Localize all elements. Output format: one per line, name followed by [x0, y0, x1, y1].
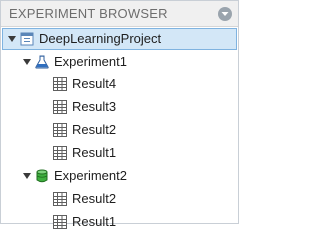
chevron-down-circle-icon[interactable] — [218, 6, 232, 21]
cylinder-icon — [35, 169, 49, 183]
tree-item-result-label: Result3 — [72, 99, 117, 114]
table-grid-icon — [53, 123, 67, 137]
tree-item-result[interactable]: Result1 — [53, 211, 116, 233]
tree-item-result-label: Result2 — [72, 122, 117, 137]
tree-item-project-label: DeepLearningProject — [39, 31, 162, 46]
table-grid-icon — [53, 192, 67, 206]
tree-item-result-label: Result1 — [72, 145, 117, 160]
table-grid-icon — [53, 100, 67, 114]
tree-item-project[interactable]: DeepLearningProject — [2, 28, 237, 50]
tree-item-result[interactable]: Result4 — [53, 73, 116, 95]
tree-item-result[interactable]: Result2 — [53, 188, 116, 210]
tree-item-result[interactable]: Result1 — [53, 142, 116, 164]
tree-item-result-label: Result2 — [72, 191, 117, 206]
tree-item-result-label: Result1 — [72, 214, 117, 229]
tree-item-experiment1[interactable]: Experiment1 — [21, 51, 127, 73]
panel-title: EXPERIMENT BROWSER — [9, 6, 168, 21]
tree-item-experiment2-label: Experiment2 — [54, 168, 127, 183]
tree-item-experiment1-label: Experiment1 — [54, 54, 127, 69]
tree-item-result-label: Result4 — [72, 76, 117, 91]
table-grid-icon — [53, 215, 67, 229]
panel-header: EXPERIMENT BROWSER — [1, 1, 238, 27]
table-grid-icon — [53, 77, 67, 91]
caret-down-icon[interactable] — [21, 56, 33, 68]
experiment-browser-panel: EXPERIMENT BROWSER DeepLearningProject E… — [0, 0, 239, 229]
caret-down-icon[interactable] — [21, 170, 33, 182]
caret-down-icon[interactable] — [6, 33, 18, 45]
experiment-tree: DeepLearningProject Experiment1 Result4 … — [1, 27, 238, 229]
project-icon — [20, 32, 34, 46]
table-grid-icon — [53, 146, 67, 160]
flask-icon — [35, 55, 49, 69]
tree-item-experiment2[interactable]: Experiment2 — [21, 165, 127, 187]
tree-item-result[interactable]: Result3 — [53, 96, 116, 118]
tree-item-result[interactable]: Result2 — [53, 119, 116, 141]
